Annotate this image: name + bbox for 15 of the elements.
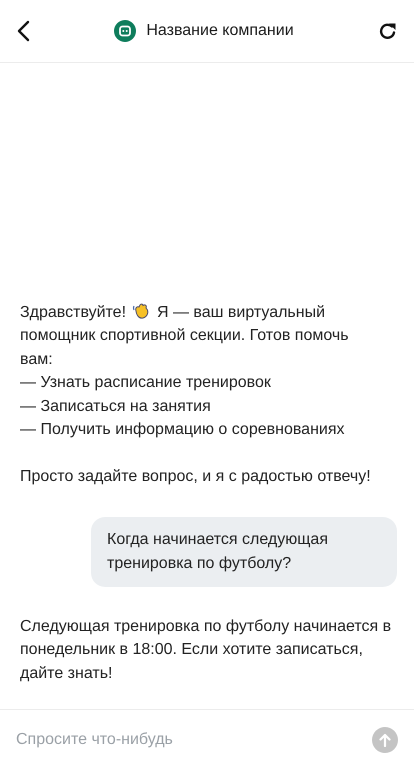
arrow-up-icon — [379, 733, 391, 747]
message-text: Здравствуйте! — [20, 304, 126, 320]
list-item: — Узнать расписание тренировок — [20, 373, 272, 393]
waving-hand-icon — [132, 302, 150, 320]
message-text: Я — ваш виртуальный — [156, 304, 326, 320]
list-item: — Записаться на занятия — [20, 396, 212, 416]
message-text: помощник спортивной секции. Готов помочь вам: — [20, 326, 350, 370]
message-text: Просто задайте вопрос, и я с радостью отвечу! — [20, 467, 372, 487]
company-title: Название компании — [146, 22, 294, 40]
message-text: Следующая тренировка по футболу начинается в понедельник в 18:00. Если хотите записаться, дайте знать! — [20, 616, 392, 684]
robot-icon — [114, 20, 136, 42]
list-item: — Получить информацию о соревнованиях — [20, 420, 346, 440]
user-message-bubble: Когда начинается следующая тренировка по футболу? — [91, 516, 397, 586]
back-icon — [16, 20, 30, 42]
refresh-icon — [378, 21, 398, 41]
